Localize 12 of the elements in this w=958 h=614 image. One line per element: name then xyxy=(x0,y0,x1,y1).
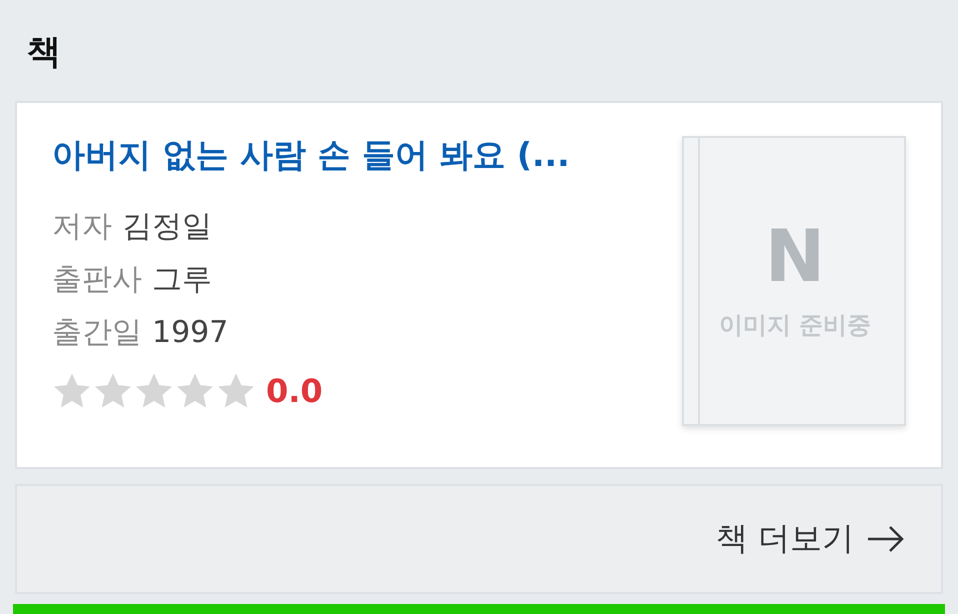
detail-value: 1997 xyxy=(152,314,228,350)
section-title: 책 xyxy=(26,31,62,74)
arrow-right-icon xyxy=(866,524,906,554)
book-title-link[interactable]: 아버지 없는 사람 손 들어 봐요 (... xyxy=(52,132,570,178)
detail-label: 저자 xyxy=(52,208,112,244)
detail-value: 김정일 xyxy=(122,208,212,244)
more-books-button[interactable]: 책 더보기 xyxy=(15,484,943,594)
logo: N xyxy=(764,220,826,291)
rating-score: 0.0 xyxy=(266,372,323,410)
detail-value: 그루 xyxy=(152,262,212,297)
detail-label: 출간일 xyxy=(52,314,142,350)
detail-label: 출판사 xyxy=(52,262,142,297)
